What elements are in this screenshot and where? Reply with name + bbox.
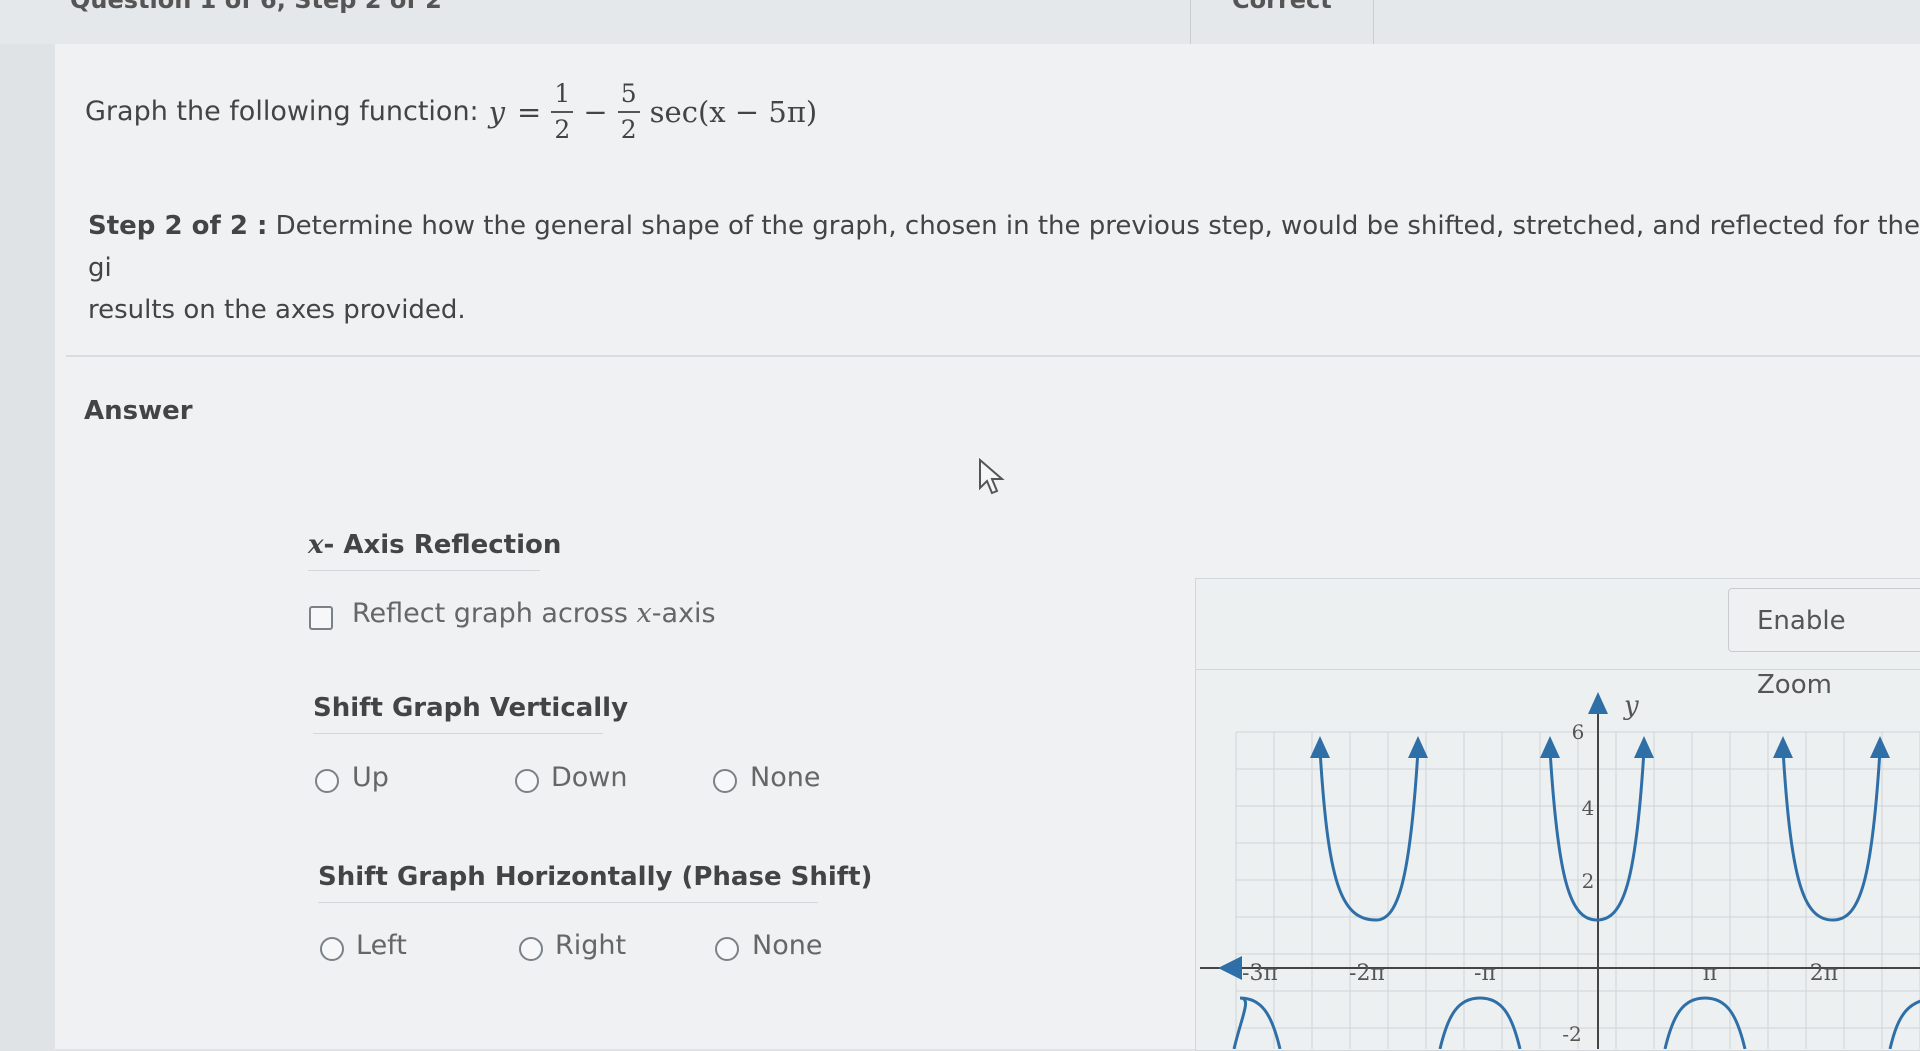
x-tick-label: π <box>1703 961 1717 986</box>
curve-arrow-icon <box>1773 736 1793 758</box>
x-tick-label: -π <box>1474 961 1496 986</box>
reflect-label-post: -axis <box>651 598 716 629</box>
step-text-2: results on the axes provided. <box>88 295 466 325</box>
x-axis-arrow-icon <box>1218 956 1242 980</box>
section-divider <box>66 355 1920 357</box>
y-tick-label: 4 <box>1582 796 1595 820</box>
y-tick-label: -2 <box>1562 1022 1581 1046</box>
answer-title: Answer <box>84 396 193 426</box>
fraction-b: 5 2 <box>617 79 640 144</box>
radio-left-label[interactable]: Left <box>356 930 407 961</box>
y-var: y <box>488 94 506 129</box>
reflection-var: x <box>308 530 324 560</box>
radio-horizontal-none[interactable] <box>715 937 739 961</box>
fraction-b-num: 5 <box>620 79 637 108</box>
graph-canvas[interactable]: y 6 4 2 -2 -3π -2π -π π 2π <box>1200 680 1920 1049</box>
top-bar: Question 1 of 6, Step 2 of 2 Correct <box>0 0 1920 44</box>
secant-term: sec(x − 5π) <box>649 94 818 129</box>
enable-zoom-button[interactable]: Enable Zoom <box>1728 588 1920 700</box>
minus-sign: − <box>583 94 608 129</box>
radio-vertical-none-label[interactable]: None <box>750 762 820 793</box>
reflect-checkbox[interactable] <box>309 606 333 630</box>
curve-arrow-icon <box>1870 736 1890 758</box>
question-text: Graph the following function: y = 1 2 − … <box>85 80 817 143</box>
secant-branch-down[interactable] <box>1888 998 1920 1049</box>
secant-branch-up[interactable] <box>1318 749 1420 922</box>
divider <box>318 902 818 903</box>
radio-down[interactable] <box>515 769 539 793</box>
radio-left[interactable] <box>320 937 344 961</box>
fraction-b-den: 2 <box>620 114 637 144</box>
fraction-a-den: 2 <box>554 114 571 144</box>
function-expression: y = 1 2 − 5 2 sec(x − 5π) <box>479 80 818 143</box>
secant-branch-down[interactable] <box>1438 996 1522 1049</box>
radio-right-label[interactable]: Right <box>555 930 626 961</box>
curve-arrow-icon <box>1310 736 1330 758</box>
radio-up-label[interactable]: Up <box>352 762 389 793</box>
curve-arrow-icon <box>1540 736 1560 758</box>
reflect-checkbox-label[interactable]: Reflect graph across x-axis <box>352 598 716 629</box>
radio-up[interactable] <box>315 769 339 793</box>
horizontal-shift-title: Shift Graph Horizontally (Phase Shift) <box>318 862 873 892</box>
step-text: Determine how the general shape of the g… <box>88 211 1920 283</box>
question-progress: Question 1 of 6, Step 2 of 2 <box>70 0 442 14</box>
question-prompt: Graph the following function: <box>85 96 479 127</box>
radio-vertical-none[interactable] <box>713 769 737 793</box>
status-label: Correct <box>1232 0 1332 14</box>
curve-arrow-icon <box>1408 736 1428 758</box>
divider <box>1190 0 1191 44</box>
mouse-cursor-icon <box>979 458 1005 495</box>
radio-down-label[interactable]: Down <box>551 762 628 793</box>
vertical-shift-title: Shift Graph Vertically <box>313 693 629 723</box>
x-tick-label: -3π <box>1242 961 1278 986</box>
divider <box>1373 0 1374 44</box>
secant-curves[interactable] <box>1232 736 1920 1049</box>
step-label: Step 2 of 2 : <box>88 211 268 241</box>
reflect-label-pre: Reflect graph across <box>352 598 637 629</box>
x-tick-label: 2π <box>1810 961 1838 986</box>
x-tick-label: -2π <box>1349 961 1385 986</box>
radio-right[interactable] <box>519 937 543 961</box>
y-axis-arrow-icon <box>1588 692 1608 714</box>
reflection-title-text: - Axis Reflection <box>323 530 562 560</box>
y-axis-label: y <box>1623 691 1639 721</box>
divider <box>313 733 603 734</box>
divider <box>308 570 540 571</box>
reflect-label-var: x <box>636 598 652 629</box>
radio-horizontal-none-label[interactable]: None <box>752 930 822 961</box>
reflection-title: x- Axis Reflection <box>308 530 561 560</box>
fraction-a-num: 1 <box>554 79 571 108</box>
y-tick-label: 6 <box>1572 720 1585 744</box>
secant-branch-up[interactable] <box>1781 749 1882 922</box>
secant-branch-down[interactable] <box>1663 996 1747 1049</box>
y-tick-label: 2 <box>1582 869 1595 893</box>
fraction-a: 1 2 <box>551 79 574 144</box>
curve-arrow-icon <box>1634 736 1654 758</box>
equals-sign: = <box>517 94 542 129</box>
secant-branch-down[interactable] <box>1232 996 1282 1049</box>
step-instructions: Step 2 of 2 : Determine how the general … <box>88 205 1920 331</box>
